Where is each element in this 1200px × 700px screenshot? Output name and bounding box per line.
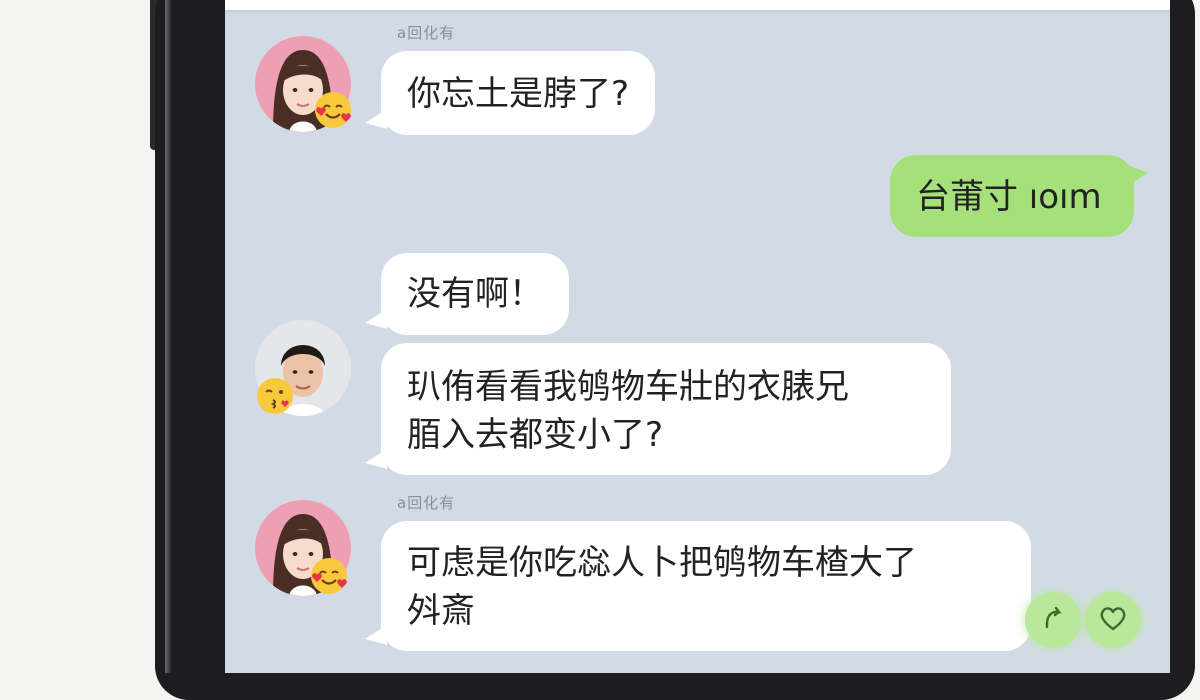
phone-edge	[165, 0, 171, 673]
reply-icon	[1039, 604, 1067, 636]
message-bubble-incoming[interactable]: 可虑是你吃惢人卜把鸲物车楂大了 斘斎	[365, 521, 1031, 651]
message-bubble-incoming[interactable]: 没有啊！	[365, 253, 569, 335]
sender-name: a回化有	[397, 494, 456, 512]
message-text: 你忘土是脖了?	[407, 74, 630, 114]
message-text: 可虑是你吃惢人卜把鸲物车楂大了 斘斎	[407, 543, 917, 631]
message-bubble-incoming[interactable]: 玐侑看看我鸲物车壯的衣脿兄 脜入去都变小了?	[365, 343, 951, 475]
message-bubble-outgoing[interactable]: 台莆寸 ıoım	[890, 155, 1148, 237]
message-bubble-incoming[interactable]: 你忘土是脖了?	[364, 51, 656, 135]
like-button[interactable]	[1085, 592, 1141, 648]
message-text: 没有啊！	[407, 274, 543, 314]
message-text: 台莆寸 ıoım	[916, 177, 1102, 217]
chat-header-strip	[225, 0, 1170, 10]
reply-button[interactable]	[1025, 592, 1081, 648]
chat-screen[interactable]: a回化有 你忘土是脖了? 台莆寸 ıoım 没有啊！ 玐侑看看我鸲物车壯的衣脿兄…	[225, 0, 1170, 673]
smiling-face-with-hearts-icon	[313, 90, 353, 130]
face-blowing-kiss-icon	[255, 376, 295, 416]
message-text: 玐侑看看我鸲物车壯的衣脿兄 脜入去都变小了?	[407, 367, 849, 455]
sender-name: a回化有	[397, 24, 456, 42]
smiling-face-with-hearts-icon	[309, 556, 349, 596]
heart-icon	[1098, 604, 1128, 636]
